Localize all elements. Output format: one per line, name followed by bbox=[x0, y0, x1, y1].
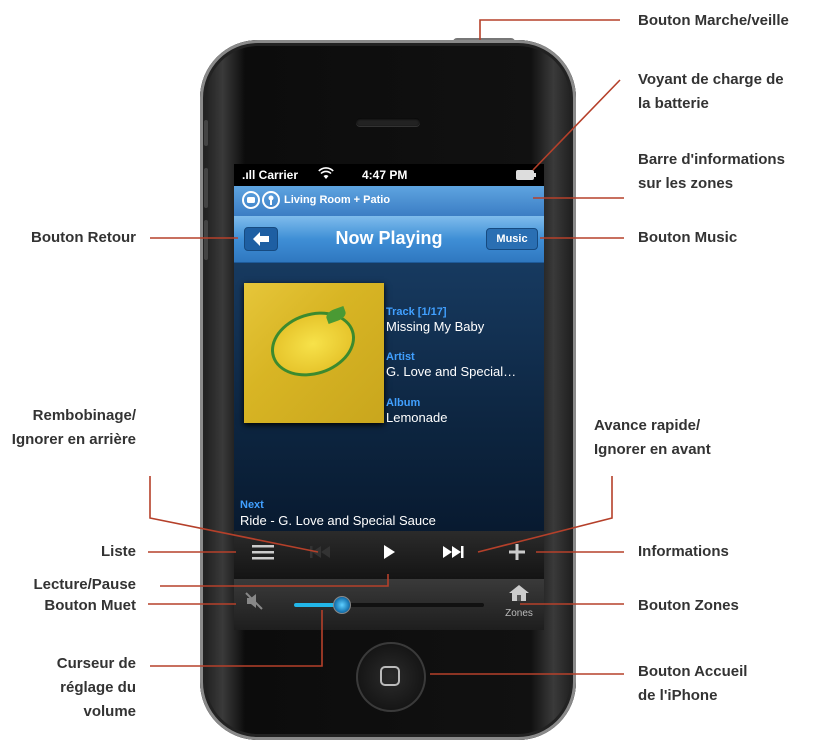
wifi-icon bbox=[318, 166, 334, 183]
callout-volume-line2: réglage du bbox=[60, 679, 136, 696]
album-art bbox=[244, 283, 384, 423]
callout-zonebar-line2: sur les zones bbox=[638, 175, 734, 192]
callout-play-text: Lecture/Pause bbox=[33, 576, 136, 593]
callout-forward: Avance rapide/ Ignorer en avant bbox=[594, 414, 711, 462]
callout-volume: Curseur de réglage du volume bbox=[57, 652, 136, 724]
callout-zones-text: Bouton Zones bbox=[638, 597, 739, 614]
callout-rewind-line2: Ignorer en arrière bbox=[11, 431, 136, 448]
callout-back: Bouton Retour bbox=[31, 226, 136, 250]
callout-forward-line1: Avance rapide/ bbox=[594, 417, 701, 434]
group-icon[interactable] bbox=[262, 191, 280, 209]
callout-back-text: Bouton Retour bbox=[31, 229, 136, 246]
track-label: Track [1/17] bbox=[386, 306, 447, 318]
volume-down-button[interactable] bbox=[204, 220, 208, 260]
zones-button[interactable]: Zones bbox=[496, 583, 542, 625]
callout-battery: Voyant de charge de la batterie bbox=[638, 68, 784, 116]
callout-volume-line1: Curseur de bbox=[56, 655, 136, 672]
artist-value: G. Love and Special… bbox=[386, 364, 517, 379]
callout-battery-line2: la batterie bbox=[638, 95, 709, 112]
back-button[interactable] bbox=[244, 227, 278, 251]
volume-bar: Zones bbox=[234, 579, 544, 630]
album-label: Album bbox=[386, 397, 421, 409]
list-icon bbox=[252, 545, 274, 560]
callout-mute: Bouton Muet bbox=[44, 594, 136, 618]
callout-power-text: Bouton Marche/veille bbox=[638, 12, 789, 29]
battery-icon bbox=[516, 170, 536, 180]
carrier-label: .ıll Carrier bbox=[242, 168, 299, 182]
callout-home-line1: Bouton Accueil bbox=[638, 663, 748, 680]
play-button[interactable] bbox=[374, 543, 404, 567]
album-art-lemon bbox=[262, 301, 364, 387]
mute-button[interactable] bbox=[242, 591, 266, 615]
rewind-button[interactable] bbox=[306, 543, 336, 567]
phone-screen: .ıll Carrier 4:47 PM Living Room + Patio… bbox=[234, 164, 544, 630]
ringer-switch[interactable] bbox=[204, 120, 208, 146]
earpiece-speaker bbox=[356, 118, 420, 126]
callout-info: Informations bbox=[638, 540, 729, 564]
home-button[interactable] bbox=[356, 642, 426, 712]
music-button[interactable]: Music bbox=[486, 228, 538, 250]
rewind-icon bbox=[310, 546, 330, 558]
list-button[interactable] bbox=[248, 543, 278, 567]
plus-icon bbox=[509, 544, 525, 560]
zones-label: Zones bbox=[505, 608, 533, 619]
page-title: Now Playing bbox=[335, 228, 443, 248]
status-bar: .ıll Carrier 4:47 PM bbox=[234, 164, 544, 186]
home-square-icon bbox=[380, 666, 400, 686]
zone-info-bar[interactable]: Living Room + Patio bbox=[234, 186, 544, 216]
next-value: Ride - G. Love and Special Sauce bbox=[240, 513, 436, 528]
callout-list: Liste bbox=[101, 540, 136, 564]
house-icon bbox=[496, 583, 542, 608]
callout-home-line2: de l'iPhone bbox=[638, 687, 718, 704]
artist-label: Artist bbox=[386, 351, 415, 363]
next-label: Next bbox=[240, 499, 264, 511]
line-power bbox=[479, 19, 620, 40]
info-button[interactable] bbox=[502, 543, 532, 567]
zone-icon[interactable] bbox=[242, 191, 260, 209]
speaker-muted-icon bbox=[245, 592, 263, 610]
callout-forward-line2: Ignorer en avant bbox=[594, 441, 711, 458]
track-value: Missing My Baby bbox=[386, 319, 485, 334]
album-value: Lemonade bbox=[386, 410, 448, 425]
nav-bar: Now Playing Music bbox=[234, 216, 544, 263]
arrow-left-icon bbox=[253, 232, 269, 246]
volume-slider[interactable] bbox=[294, 596, 484, 614]
callout-zonebar-line1: Barre d'informations bbox=[638, 151, 785, 168]
callout-rewind-line1: Rembobinage/ bbox=[32, 407, 136, 424]
callout-zonebar: Barre d'informations sur les zones bbox=[638, 148, 785, 196]
callout-home: Bouton Accueil de l'iPhone bbox=[638, 660, 747, 708]
play-icon bbox=[384, 545, 395, 559]
callout-list-text: Liste bbox=[100, 543, 136, 560]
callout-rewind: Rembobinage/ Ignorer en arrière bbox=[12, 404, 136, 452]
zone-name: Living Room + Patio bbox=[284, 194, 391, 206]
callout-power: Bouton Marche/veille bbox=[638, 9, 789, 33]
fast-forward-icon bbox=[443, 546, 464, 558]
status-time: 4:47 PM bbox=[362, 168, 408, 182]
callout-zones: Bouton Zones bbox=[638, 594, 739, 618]
fast-forward-button[interactable] bbox=[438, 543, 468, 567]
callout-info-text: Informations bbox=[638, 543, 729, 560]
volume-up-button[interactable] bbox=[204, 168, 208, 208]
callout-music: Bouton Music bbox=[638, 226, 737, 250]
callout-battery-line1: Voyant de charge de bbox=[638, 71, 784, 88]
callout-music-text: Bouton Music bbox=[638, 229, 738, 246]
now-playing-content: Track [1/17] Missing My Baby Artist G. L… bbox=[234, 263, 544, 531]
volume-slider-thumb[interactable] bbox=[333, 596, 351, 614]
playback-controls bbox=[234, 531, 544, 579]
callout-volume-line3: volume bbox=[83, 703, 136, 720]
callout-mute-text: Bouton Muet bbox=[44, 597, 136, 614]
